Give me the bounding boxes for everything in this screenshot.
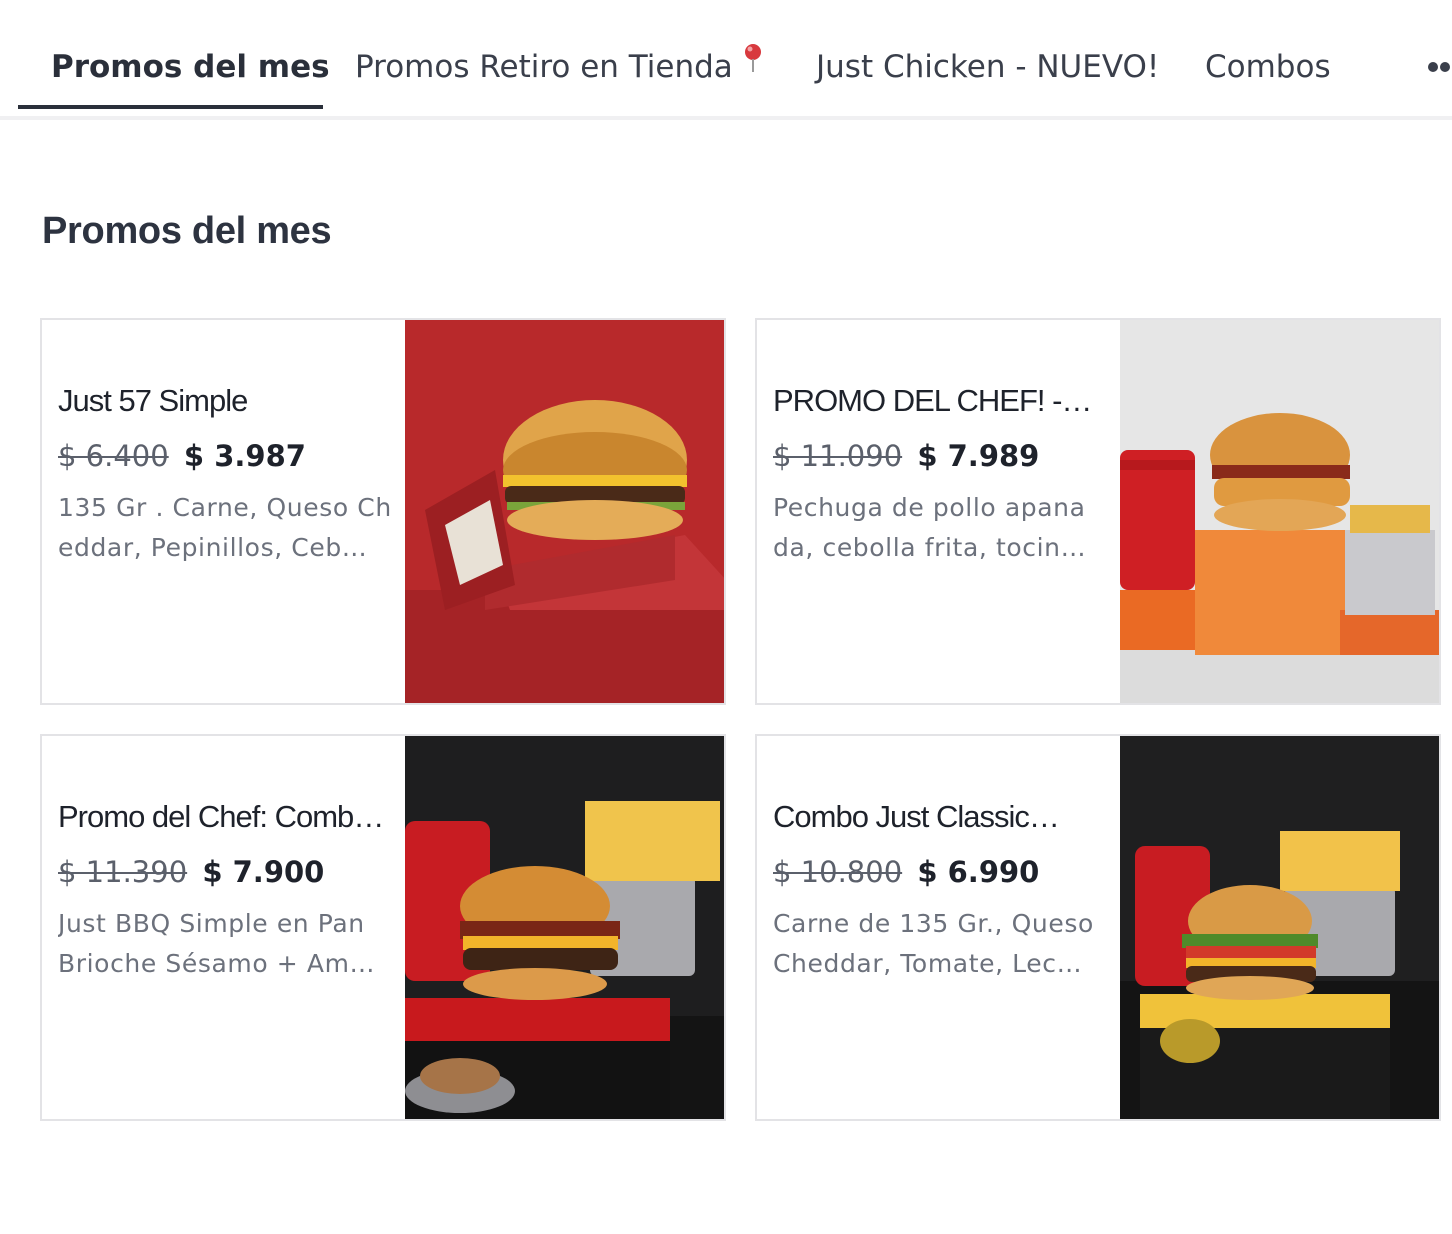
product-name: Promo del Chef: Combo… xyxy=(58,799,393,834)
product-description: Pechuga de pollo apana da, cebolla frita… xyxy=(773,488,1108,568)
product-image-bbq-combo xyxy=(405,736,724,1119)
product-info: Combo Just Classic… $ 10.800 $ 6.990 Car… xyxy=(773,796,1108,984)
description-line: Just BBQ Simple en Pan xyxy=(58,909,365,938)
original-price: $ 11.090 xyxy=(773,439,903,473)
product-card[interactable]: Promo del Chef: Combo… $ 11.390 $ 7.900 … xyxy=(40,734,726,1121)
description-line: 135 Gr . Carne, Queso Ch xyxy=(58,493,392,522)
original-price: $ 6.400 xyxy=(58,439,169,473)
product-name: Just 57 Simple xyxy=(58,383,248,418)
description-line: Brioche Sésamo + Am… xyxy=(58,949,376,978)
description-line: Pechuga de pollo apana xyxy=(773,493,1086,522)
tab-label: Promos Retiro en Tienda xyxy=(355,49,733,85)
product-card[interactable]: Just 57 Simple $ 6.400 $ 3.987 135 Gr . … xyxy=(40,318,726,705)
tab-just-chicken-nuevo[interactable]: Just Chicken - NUEVO! xyxy=(816,46,1159,88)
product-image-chicken-combo xyxy=(1120,320,1439,703)
map-pin-icon xyxy=(743,42,763,84)
category-tabs: Promos del mes Promos Retiro en Tienda J… xyxy=(0,0,1452,120)
product-card[interactable]: Combo Just Classic… $ 10.800 $ 6.990 Car… xyxy=(755,734,1441,1121)
product-name: Combo Just Classic… xyxy=(773,799,1060,834)
product-info: Promo del Chef: Combo… $ 11.390 $ 7.900 … xyxy=(58,796,393,984)
product-description: 135 Gr . Carne, Queso Ch eddar, Pepinill… xyxy=(58,488,393,568)
discounted-price: $ 3.987 xyxy=(183,439,306,473)
product-card[interactable]: PROMO DEL CHEF! -… $ 11.090 $ 7.989 Pech… xyxy=(755,318,1441,705)
product-info: PROMO DEL CHEF! -… $ 11.090 $ 7.989 Pech… xyxy=(773,380,1108,568)
more-dots-icon[interactable] xyxy=(1428,60,1452,74)
discounted-price: $ 7.900 xyxy=(202,855,325,889)
tab-promos-retiro-en-tienda[interactable]: Promos Retiro en Tienda xyxy=(355,43,763,90)
product-description: Just BBQ Simple en Pan Brioche Sésamo + … xyxy=(58,904,393,984)
description-line: da, cebolla frita, tocin… xyxy=(773,533,1087,562)
active-tab-indicator xyxy=(18,105,323,109)
product-image-burger xyxy=(405,320,724,703)
product-name: PROMO DEL CHEF! -… xyxy=(773,383,1092,418)
discounted-price: $ 7.989 xyxy=(917,439,1040,473)
description-line: Carne de 135 Gr., Queso xyxy=(773,909,1094,938)
original-price: $ 11.390 xyxy=(58,855,188,889)
discounted-price: $ 6.990 xyxy=(917,855,1040,889)
description-line: eddar, Pepinillos, Ceb… xyxy=(58,533,368,562)
description-line: Cheddar, Tomate, Lec… xyxy=(773,949,1083,978)
product-prices: $ 11.090 $ 7.989 xyxy=(773,438,1108,474)
original-price: $ 10.800 xyxy=(773,855,903,889)
product-prices: $ 11.390 $ 7.900 xyxy=(58,854,393,890)
product-prices: $ 6.400 $ 3.987 xyxy=(58,438,393,474)
product-image-classic-combo xyxy=(1120,736,1439,1119)
tab-promos-del-mes[interactable]: Promos del mes xyxy=(51,46,330,88)
section-title: Promos del mes xyxy=(42,210,332,252)
product-info: Just 57 Simple $ 6.400 $ 3.987 135 Gr . … xyxy=(58,380,393,568)
tab-combos[interactable]: Combos xyxy=(1205,46,1331,88)
product-prices: $ 10.800 $ 6.990 xyxy=(773,854,1108,890)
product-description: Carne de 135 Gr., Queso Cheddar, Tomate,… xyxy=(773,904,1108,984)
